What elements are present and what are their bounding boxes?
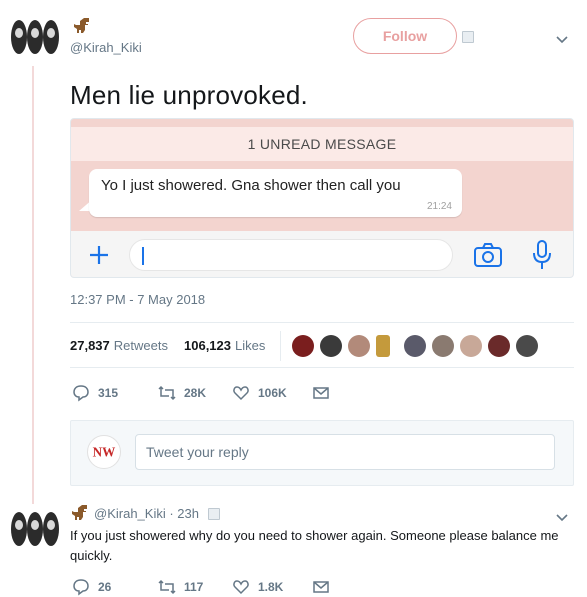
- dino-icon: [72, 16, 92, 36]
- likes-label: Likes: [235, 338, 266, 353]
- liker-avatar[interactable]: [460, 335, 482, 357]
- user-logo: NW: [87, 435, 121, 469]
- reply-count: 315: [98, 386, 119, 400]
- reply-action[interactable]: 315: [72, 384, 118, 402]
- like-action[interactable]: 106K: [232, 384, 287, 402]
- user-handle[interactable]: @Kirah_Kiki: [70, 40, 142, 55]
- liker-avatar[interactable]: [292, 335, 314, 357]
- plus-icon: [90, 246, 108, 264]
- chevron-down-icon[interactable]: [555, 32, 569, 46]
- liker-avatar[interactable]: [516, 335, 538, 357]
- heart-icon: [233, 386, 249, 401]
- retweet-icon: [158, 385, 176, 401]
- like-count: 106K: [258, 386, 287, 400]
- retweet-action[interactable]: 28K: [158, 384, 206, 402]
- tweet-media-image[interactable]: 1 UNREAD MESSAGE Yo I just showered. Gna…: [70, 118, 574, 278]
- message-icon: [313, 581, 329, 593]
- like-action[interactable]: 1.8K: [232, 578, 283, 596]
- likes-count: 106,123: [184, 338, 231, 353]
- liker-avatar[interactable]: [376, 335, 390, 357]
- likes-stat[interactable]: 106,123 Likes: [184, 338, 265, 353]
- message-action[interactable]: [312, 578, 338, 596]
- reply-action[interactable]: 26: [72, 578, 111, 596]
- liker-avatar[interactable]: [432, 335, 454, 357]
- retweet-count: 117: [184, 580, 204, 594]
- reply-composer: NW Tweet your reply: [70, 420, 574, 486]
- liker-avatar[interactable]: [404, 335, 426, 357]
- reply-count: 26: [98, 580, 112, 594]
- retweet-icon: [158, 579, 176, 595]
- tweet-actions: 315 28K 106K: [70, 384, 370, 404]
- chat-message-text: Yo I just showered. Gna shower then call…: [101, 177, 401, 194]
- liker-avatar[interactable]: [488, 335, 510, 357]
- reply-handle[interactable]: @Kirah_Kiki · 23h: [94, 506, 199, 521]
- unread-banner: 1 UNREAD MESSAGE: [71, 127, 573, 161]
- reply-avatar[interactable]: [10, 510, 60, 548]
- tweet-text: Men lie unprovoked.: [70, 80, 308, 110]
- badge-icon: [462, 31, 474, 43]
- chat-message-time: 21:24: [426, 201, 452, 212]
- reply-input[interactable]: Tweet your reply: [135, 434, 555, 470]
- chat-bubble: Yo I just showered. Gna shower then call…: [89, 169, 462, 217]
- thread-line: [32, 66, 34, 504]
- liker-avatar[interactable]: [348, 335, 370, 357]
- chat-text-field: [129, 239, 453, 271]
- retweets-count: 27,837: [70, 338, 110, 353]
- text-caret: [142, 247, 144, 265]
- mic-icon: [533, 240, 551, 269]
- logo-text: NW: [93, 445, 116, 460]
- camera-icon: [474, 243, 502, 267]
- tweet-stats: 27,837 Retweets 106,123 Likes: [70, 322, 574, 368]
- dino-icon: [70, 503, 90, 523]
- retweets-stat[interactable]: 27,837 Retweets: [70, 338, 168, 353]
- retweet-action[interactable]: 117: [158, 578, 203, 596]
- chevron-down-icon[interactable]: [555, 510, 569, 524]
- retweet-count: 28K: [184, 386, 207, 400]
- chat-input-bar: [71, 231, 573, 277]
- liker-avatar[interactable]: [320, 335, 342, 357]
- reply-actions: 26 117 1.8K: [70, 578, 370, 597]
- like-count: 1.8K: [258, 580, 284, 594]
- stats-divider: [280, 331, 281, 361]
- reply-icon: [73, 579, 89, 596]
- avatar[interactable]: [10, 18, 60, 56]
- badge-icon: [208, 508, 220, 520]
- reply-text: If you just showered why do you need to …: [70, 528, 559, 563]
- message-action[interactable]: [312, 384, 338, 402]
- follow-button[interactable]: Follow: [353, 18, 457, 54]
- reply-icon: [73, 385, 89, 402]
- tweet-timestamp[interactable]: 12:37 PM - 7 May 2018: [70, 292, 205, 307]
- retweets-label: Retweets: [113, 338, 168, 353]
- message-icon: [313, 387, 329, 399]
- heart-icon: [233, 580, 249, 595]
